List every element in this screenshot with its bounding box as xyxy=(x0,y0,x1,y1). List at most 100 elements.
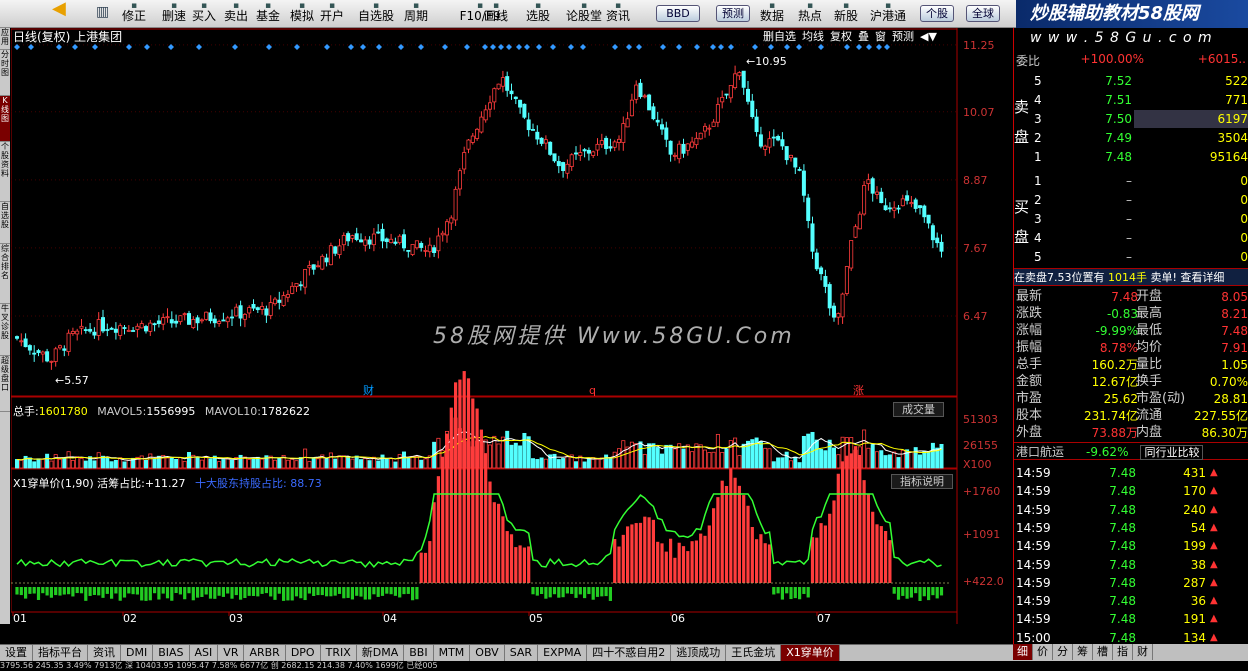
indicator-tab-15[interactable]: EXPMA xyxy=(538,645,588,661)
candle-body xyxy=(840,293,845,318)
indicator-tab-4[interactable]: BIAS xyxy=(153,645,190,661)
indicator-tab-17[interactable]: 逃顶成功 xyxy=(671,645,727,661)
signal-diamond xyxy=(768,44,774,50)
candle-body xyxy=(298,284,303,287)
sector-compare-link[interactable]: 同行业比较 xyxy=(1140,445,1204,460)
toolbar-button-16[interactable]: ▪ 数据 xyxy=(758,0,786,28)
right-tab-6[interactable]: 财 xyxy=(1133,644,1153,660)
buy-price: – xyxy=(1126,174,1132,188)
chart-tool-0[interactable]: 删自选 xyxy=(763,30,796,43)
toolbar-button-10[interactable]: ▪ 画线 xyxy=(482,0,510,28)
indicator-help-button[interactable]: 指标说明 xyxy=(891,474,953,489)
right-tab-5[interactable]: 指 xyxy=(1113,644,1133,660)
indicator-tab-7[interactable]: ARBR xyxy=(244,645,286,661)
indicator-tab-1[interactable]: 指标平台 xyxy=(33,645,88,661)
indicator-tab-5[interactable]: ASI xyxy=(190,645,219,661)
toolbar-button-7[interactable]: ▪ 自选股 xyxy=(356,0,396,28)
left-tab-7[interactable]: 超级盘口 xyxy=(0,356,10,412)
indicator-tab-13[interactable]: OBV xyxy=(470,645,505,661)
toolbar-button-8[interactable]: ▪ 周期 xyxy=(402,0,430,28)
toolbar-button-5[interactable]: ▪ 模拟 xyxy=(288,0,316,28)
indicator-tab-11[interactable]: BBI xyxy=(404,645,434,661)
chart-tool-4[interactable]: 窗 xyxy=(875,30,886,43)
indicator-tab-9[interactable]: TRIX xyxy=(321,645,357,661)
candle-body xyxy=(281,295,286,306)
volume-bar xyxy=(285,459,290,469)
indicator-bar xyxy=(200,587,204,597)
toolbar-button-19[interactable]: ▪ 沪港通 xyxy=(868,0,908,28)
candle-body xyxy=(440,232,445,236)
toolbar-label: 热点 xyxy=(797,9,822,23)
indicator-tab-3[interactable]: DMI xyxy=(121,645,154,661)
dropdown-icon[interactable]: ◀▼ xyxy=(920,30,937,43)
back-arrow-icon[interactable]: ◀ xyxy=(52,0,82,28)
candle-body xyxy=(70,331,75,334)
toolbar-button-0[interactable]: ▪ 修正 xyxy=(120,0,148,28)
left-tab-2[interactable]: K线图 xyxy=(0,96,10,142)
toolbar-pill-20[interactable]: 个股 xyxy=(920,5,954,22)
volume-bar xyxy=(311,458,316,469)
indicator-tab-10[interactable]: 新DMA xyxy=(357,645,405,661)
candle-body xyxy=(595,143,600,151)
order-ratio-value: +100.00% xyxy=(1080,52,1144,66)
left-tab-3[interactable]: 个股资料 xyxy=(0,142,10,202)
left-tab-4[interactable]: 自选股 xyxy=(0,202,10,244)
indicator-tab-14[interactable]: SAR xyxy=(505,645,539,661)
right-tab-1[interactable]: 价 xyxy=(1033,644,1053,660)
menu-icon[interactable]: ▥ xyxy=(96,4,112,20)
indicator-bar xyxy=(221,587,225,597)
left-tab-6[interactable]: 牛叉诊股 xyxy=(0,304,10,356)
right-tab-3[interactable]: 筹 xyxy=(1073,644,1093,660)
toolbar-button-11[interactable]: ▪ 选股 xyxy=(524,0,552,28)
chart-tool-5[interactable]: 预测 xyxy=(892,30,914,43)
toolbar-button-3[interactable]: ▪ 卖出 xyxy=(222,0,250,28)
left-tab-0[interactable]: 应用 xyxy=(0,28,10,50)
toolbar-button-12[interactable]: ▪ 论股堂 xyxy=(564,0,604,28)
volume-indicator-button[interactable]: 成交量 xyxy=(893,402,944,417)
indicator-tab-8[interactable]: DPO xyxy=(286,645,321,661)
indicator-tab-0[interactable]: 设置 xyxy=(0,645,33,661)
chart-tool-3[interactable]: 叠 xyxy=(858,30,869,43)
indicator-tab-18[interactable]: 王氏金坑 xyxy=(726,645,782,661)
right-tab-4[interactable]: 槽 xyxy=(1093,644,1113,660)
indicator-bar xyxy=(935,587,939,599)
sector-row[interactable]: 港口航运 -9.62% 同行业比较 xyxy=(1014,442,1248,460)
chart-tool-2[interactable]: 复权 xyxy=(830,30,852,43)
volume-bar xyxy=(638,441,643,469)
toolbar-button-2[interactable]: ▪ 买入 xyxy=(190,0,218,28)
chart-tool-1[interactable]: 均线 xyxy=(802,30,824,43)
right-tab-0[interactable]: 细 xyxy=(1013,644,1033,660)
indicator-tab-16[interactable]: 四十不惑自用2 xyxy=(587,645,672,661)
kline-chart-area[interactable]: 11.25 10.07 8.87 7.67 6.47 ←10.95 ←5.57 58股网提供 … xyxy=(11,28,1013,624)
candle-body xyxy=(642,95,647,98)
toolbar-button-4[interactable]: ▪ 基金 xyxy=(254,0,282,28)
volume-bar xyxy=(509,444,514,469)
left-tab-1[interactable]: 分时图 xyxy=(0,50,10,96)
volume-bar xyxy=(617,448,622,469)
big-order-notice[interactable]: 在卖盘7.53位置有 1014手 卖单! 查看详细 xyxy=(1014,268,1248,286)
toolbar-pill-21[interactable]: 全球 xyxy=(966,5,1000,22)
volume-bar xyxy=(389,458,394,469)
indicator-bar xyxy=(776,587,780,594)
indicator-tab-2[interactable]: 资讯 xyxy=(88,645,121,661)
toolbar-button-1[interactable]: ▪ 删速 xyxy=(160,0,188,28)
right-tab-2[interactable]: 分 xyxy=(1053,644,1073,660)
toolbar-button-13[interactable]: ▪ 资讯 xyxy=(604,0,632,28)
indicator-tab-12[interactable]: MTM xyxy=(434,645,471,661)
candle-body xyxy=(294,283,299,288)
indicator-tab-6[interactable]: VR xyxy=(218,645,245,661)
toolbar-pill-15[interactable]: 预测 xyxy=(716,5,750,22)
toolbar-button-17[interactable]: ▪ 热点 xyxy=(796,0,824,28)
left-tab-5[interactable]: 综合排名 xyxy=(0,244,10,304)
indicator-bar xyxy=(462,371,466,583)
chart-tools[interactable]: 删自选 均线 复权叠窗预测 ◀▼ xyxy=(763,28,943,43)
indicator-tab-19[interactable]: X1穿单价 xyxy=(781,645,840,661)
toolbar-button-18[interactable]: ▪ 新股 xyxy=(832,0,860,28)
toolbar-button-6[interactable]: ▪ 开户 xyxy=(318,0,346,28)
notice-link[interactable]: 卖单! 查看详细 xyxy=(1151,271,1225,284)
indicator-bar xyxy=(707,525,711,583)
chart-canvas[interactable]: 11.25 10.07 8.87 7.67 6.47 ←10.95 ←5.57 58股网提供 … xyxy=(11,28,1013,624)
toolbar-pill-14[interactable]: BBD xyxy=(656,5,700,22)
indicator-bar xyxy=(531,587,535,595)
signal-diamond xyxy=(464,44,470,50)
